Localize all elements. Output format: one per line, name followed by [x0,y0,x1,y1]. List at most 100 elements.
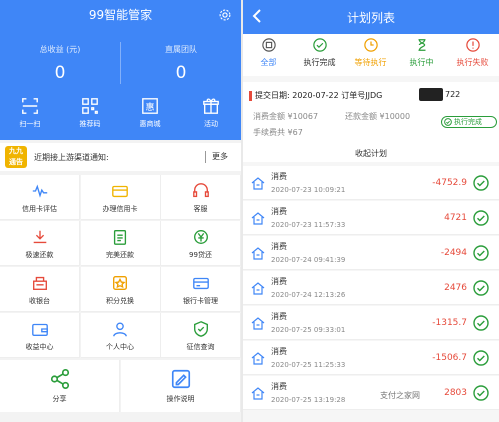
tab-all[interactable]: 全部 [243,38,294,68]
share-icon [50,369,69,389]
check-circle-icon [473,280,489,296]
house-icon [251,212,265,225]
stat-team: 直属团队 0 [121,44,241,83]
notice-bar[interactable]: 九九 通告 近期接上游渠道通知: 更多 [0,143,241,171]
notice-more-link[interactable]: 更多 [212,151,228,162]
grid-item-label: 办理信用卡 [102,205,138,213]
grid-item[interactable]: 极速还款 [0,221,80,266]
tab-running[interactable]: 执行中 [396,38,447,68]
loan-icon [193,230,208,244]
row-amount: 2803 [444,388,467,398]
manual-button[interactable]: 操作说明 [121,360,241,412]
notice-text: 近期接上游渠道通知: [34,153,109,162]
gift-icon [203,98,219,114]
row-amount: 2476 [444,283,467,293]
row-time: 2020-07-23 10:09:21 [271,186,346,194]
grid-item[interactable]: 信用卡评估 [0,175,80,220]
row-name: 消费 [271,242,287,251]
home-screen: 99智能管家 总收益 (元) 0 直属团队 0 扫一扫 推荐码 惠 惠商城 活动… [0,0,241,422]
quick-action-label: 推荐码 [79,120,101,128]
row-time: 2020-07-24 12:13:26 [271,291,346,299]
row-amount: 4721 [444,213,467,223]
gear-icon[interactable] [218,8,232,22]
check-circle-icon [473,245,489,261]
plan-card[interactable]: 提交日期: 2020-07-22 订单号JJDG 722 消费金额 ¥10067… [243,82,499,162]
headset-icon [192,183,209,198]
page-title: 计划列表 [346,11,395,25]
check-circle-icon [473,350,489,366]
grid-item-label: 征信查询 [186,343,215,351]
house-icon [251,387,265,400]
watermark: 支付之家网 [380,390,420,401]
quick-action-referral[interactable]: 推荐码 [66,97,114,129]
grid-item-label: 收益中心 [25,343,54,351]
spend-amount: 消费金额 ¥10067 [253,112,319,121]
status-badge: 执行完成 [441,116,497,128]
stat-total-income: 总收益 (元) 0 [0,44,120,83]
divider [205,151,206,163]
tab-label: 执行失败 [456,58,489,67]
grid-item[interactable]: 收益中心 [0,313,80,358]
tab-pending[interactable]: 等待执行 [345,38,396,68]
grid-item[interactable]: 积分兑换 [80,267,161,312]
row-amount: -4752.9 [432,178,467,188]
stat-value: 0 [175,63,187,83]
check-circle-icon [473,175,489,191]
tab-label: 全部 [260,58,277,67]
clipboard-icon [113,230,127,245]
grid-item[interactable]: 客服 [161,175,241,220]
row-name: 消费 [271,207,287,216]
table-row[interactable]: 消费 2020-07-24 12:13:26 2476 [243,271,499,305]
tab-failed[interactable]: 执行失败 [447,38,498,68]
row-name: 消费 [271,277,287,286]
house-icon [251,177,265,190]
svg-text:惠: 惠 [145,101,154,113]
row-name: 消费 [271,312,287,321]
quick-action-activity[interactable]: 活动 [187,97,235,129]
grid-item[interactable]: 收银台 [0,267,80,312]
stat-value: 0 [54,63,66,83]
all-icon [261,38,276,52]
repay-amount: 还款金额 ¥10000 [345,112,411,121]
grid-item[interactable]: 银行卡管理 [161,267,241,312]
tab-completed[interactable]: 执行完成 [294,38,345,68]
person-icon [113,322,127,337]
table-row[interactable]: 消费 2020-07-25 11:25:33 -1506.7 [243,341,499,375]
stat-label: 直属团队 [165,45,197,54]
quick-action-label: 扫一扫 [19,120,41,128]
cashier-icon [32,276,47,290]
table-row[interactable]: 消费 2020-07-23 10:09:21 -4752.9 [243,166,499,200]
status-tabs: 全部 执行完成 等待执行 执行中 执行失败 [243,34,499,109]
plan-header: 计划列表 [243,0,499,34]
tab-label: 执行中 [409,58,434,67]
status-badge-text: 执行完成 [454,118,482,126]
table-row[interactable]: 消费 2020-07-25 13:19:28 2803 [243,376,499,410]
tab-label: 等待执行 [354,58,387,67]
table-row[interactable]: 消费 2020-07-23 11:57:33 4721 [243,201,499,235]
app-title: 99智能管家 [88,8,153,22]
quick-action-mall[interactable]: 惠 惠商城 [126,97,174,129]
plan-title: 提交日期: 2020-07-22 订单号JJDG [255,91,383,100]
row-amount: -1506.7 [432,353,467,363]
grid-item-label: 99贷还 [189,251,212,259]
grid-item[interactable]: 个人中心 [80,313,161,358]
check-circle-icon [473,385,489,401]
row-amount: -2494 [440,248,467,258]
quick-action-scan[interactable]: 扫一扫 [6,97,54,129]
credit-check-icon [193,321,208,337]
fee-total: 手续费共 ¥67 [253,128,303,137]
bank-card-icon [192,277,209,290]
table-row[interactable]: 消费 2020-07-25 09:33:01 -1315.7 [243,306,499,340]
grid-item-label: 极速还款 [25,251,54,259]
wallet-icon [31,323,48,336]
grid-item[interactable]: 99贷还 [161,221,241,266]
table-row[interactable]: 消费 2020-07-24 09:41:39 -2494 [243,236,499,270]
share-button[interactable]: 分享 [0,360,120,412]
grid-item[interactable]: 征信查询 [161,313,241,358]
grid-item[interactable]: 完美还款 [80,221,161,266]
row-amount: -1315.7 [432,318,467,328]
order-tail: 722 [445,90,461,99]
collapse-plan-link[interactable]: 收起计划 [243,148,499,159]
grid-item[interactable]: 办理信用卡 [80,175,161,220]
grid-item-label: 信用卡评估 [22,205,57,213]
